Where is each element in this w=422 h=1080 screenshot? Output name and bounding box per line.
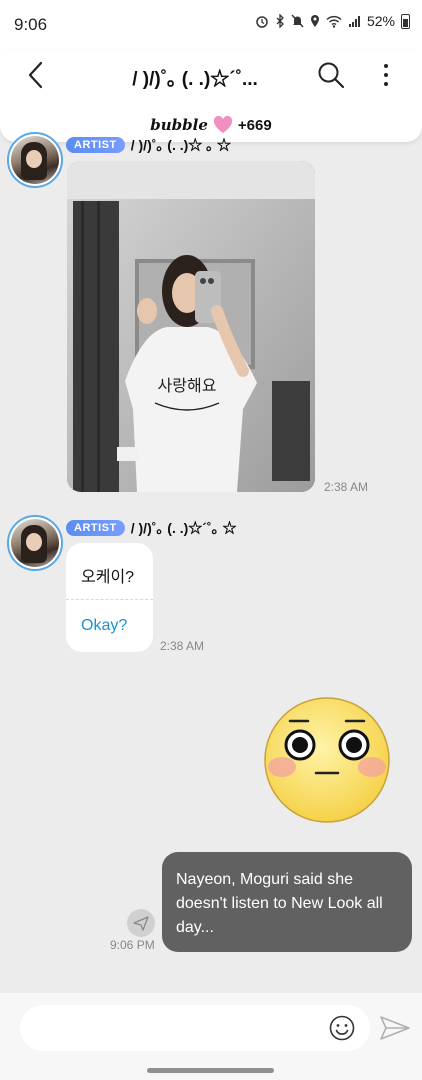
artist-badge: ARTIST <box>66 520 125 536</box>
battery-percent: 52% <box>366 13 395 29</box>
message-input-container[interactable] <box>20 1005 370 1051</box>
mute-icon <box>291 14 304 28</box>
chat-header: / )/)˚｡ (. .)☆´˚... bubble +669 <box>0 50 422 142</box>
back-button[interactable] <box>20 58 54 92</box>
wifi-icon <box>326 15 342 28</box>
sender-name: / )/)˚｡ (. .)☆´˚｡ ☆ <box>130 520 237 536</box>
avatar-image <box>11 519 59 567</box>
text-message-bubble[interactable]: 오케이? Okay? <box>66 543 153 652</box>
battery-icon <box>401 13 410 29</box>
navigation-bar <box>0 1063 422 1080</box>
message-original-text: 오케이? <box>81 569 135 586</box>
location-icon <box>310 15 319 27</box>
artist-avatar[interactable] <box>7 132 63 188</box>
translation-divider <box>66 599 153 600</box>
home-indicator[interactable] <box>147 1068 274 1073</box>
mirror-selfie-photo: 사랑해요 <box>67 161 315 492</box>
sender-row: ARTIST / )/)˚｡ (. .)☆´˚｡ ☆ <box>66 518 237 538</box>
status-time: 9:06 <box>14 15 48 34</box>
my-message-bubble[interactable]: Nayeon, Moguri said she doesn't listen t… <box>162 852 412 952</box>
artist-avatar[interactable] <box>7 515 63 571</box>
chat-title: / )/)˚｡ (. .)☆´˚... <box>132 69 258 90</box>
sender-name: / )/)˚｡ (. .)☆ ｡ ☆ <box>130 137 232 153</box>
bubble-brand: bubble <box>150 116 208 134</box>
sent-status-icon <box>127 909 155 937</box>
artist-badge: ARTIST <box>66 137 125 153</box>
message-time: 2:38 AM <box>160 639 205 653</box>
more-options-button[interactable] <box>372 59 400 91</box>
sender-row: ARTIST / )/)˚｡ (. .)☆ ｡ ☆ <box>66 135 231 155</box>
flushed-face-emoji[interactable] <box>264 697 390 823</box>
message-composer <box>0 993 422 1063</box>
send-icon[interactable] <box>379 1014 411 1042</box>
bluetooth-icon <box>276 14 284 28</box>
bubble-counter[interactable]: bubble +669 <box>0 116 422 134</box>
photo-message[interactable]: 사랑해요 <box>67 161 315 492</box>
avatar-image <box>11 136 59 184</box>
message-time: 9:06 PM <box>110 938 155 952</box>
shirt-print: 사랑해요 <box>158 376 217 395</box>
bubble-count: +669 <box>237 116 272 134</box>
message-translated-text: Okay? <box>81 617 128 634</box>
message-time: 2:38 AM <box>324 480 369 494</box>
heart-icon <box>213 116 232 133</box>
status-bar: 9:06 52% <box>0 0 422 50</box>
signal-icon <box>348 15 360 27</box>
message-input[interactable] <box>38 1005 328 1051</box>
search-button[interactable] <box>315 59 347 91</box>
status-icons: 52% <box>255 13 410 29</box>
alarm-icon <box>256 16 268 28</box>
smiley-icon[interactable] <box>329 1015 355 1041</box>
